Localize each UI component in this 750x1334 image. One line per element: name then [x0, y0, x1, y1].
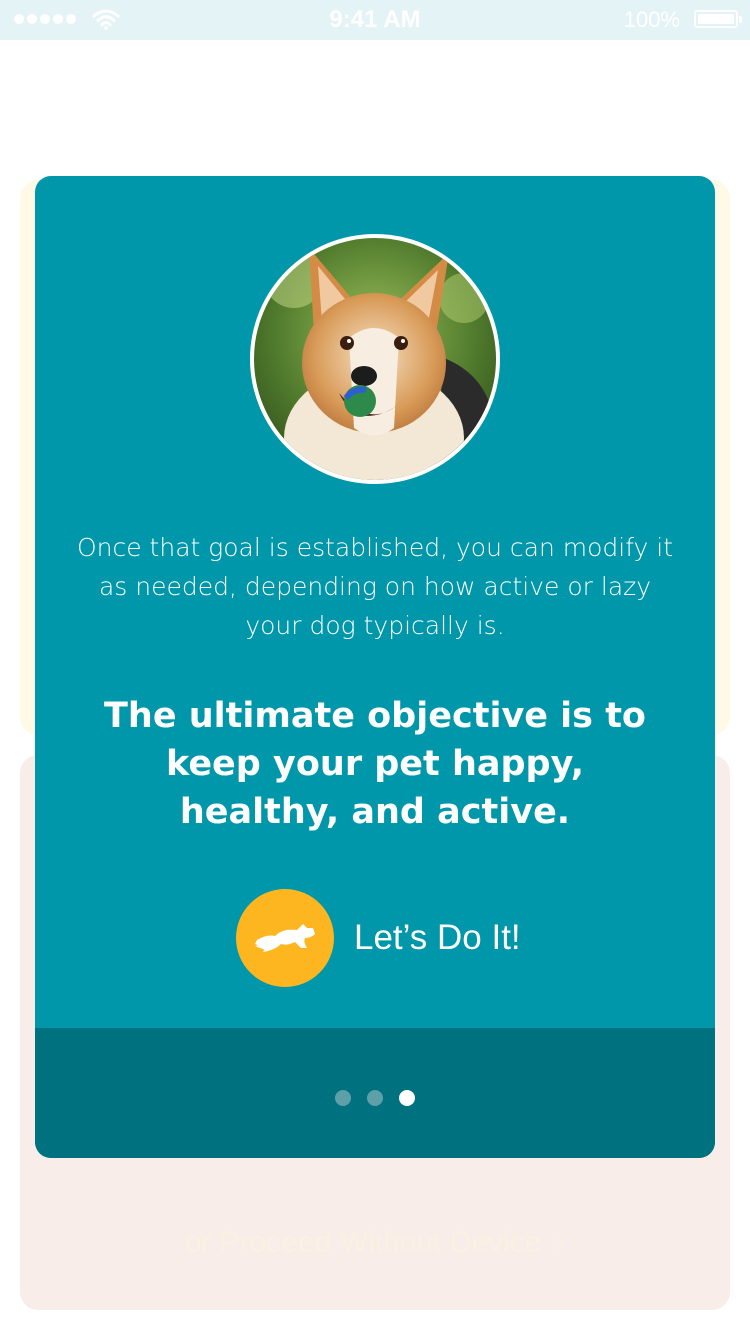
lets-do-it-button[interactable]: Let’s Do It!	[236, 888, 521, 988]
dog-photo	[254, 238, 496, 480]
headline: The ultimate objective is to keep your p…	[104, 696, 646, 832]
lets-do-it-label: Let’s Do It!	[354, 918, 521, 957]
chevron-right-icon: ›	[555, 1226, 566, 1259]
proceed-without-device-link[interactable]: or Proceed Without Device ›	[20, 1226, 730, 1260]
running-dog-icon	[236, 889, 334, 987]
proceed-without-device-label: or Proceed Without Device	[184, 1226, 542, 1259]
pagination-dot-2[interactable]	[367, 1090, 383, 1106]
onboarding-card: Once that goal is established, you can m…	[35, 176, 715, 1158]
body-text: Once that goal is established, you can m…	[76, 533, 674, 640]
pagination-dot-1[interactable]	[335, 1090, 351, 1106]
pagination-dots	[35, 1090, 715, 1106]
battery-icon	[694, 10, 742, 28]
card-footer	[35, 1028, 715, 1158]
dog-photo-avatar	[250, 234, 500, 484]
pagination-dot-3[interactable]	[399, 1090, 415, 1106]
status-bar: 9:41 AM 100%	[0, 0, 750, 40]
battery-percentage: 100%	[623, 7, 680, 32]
